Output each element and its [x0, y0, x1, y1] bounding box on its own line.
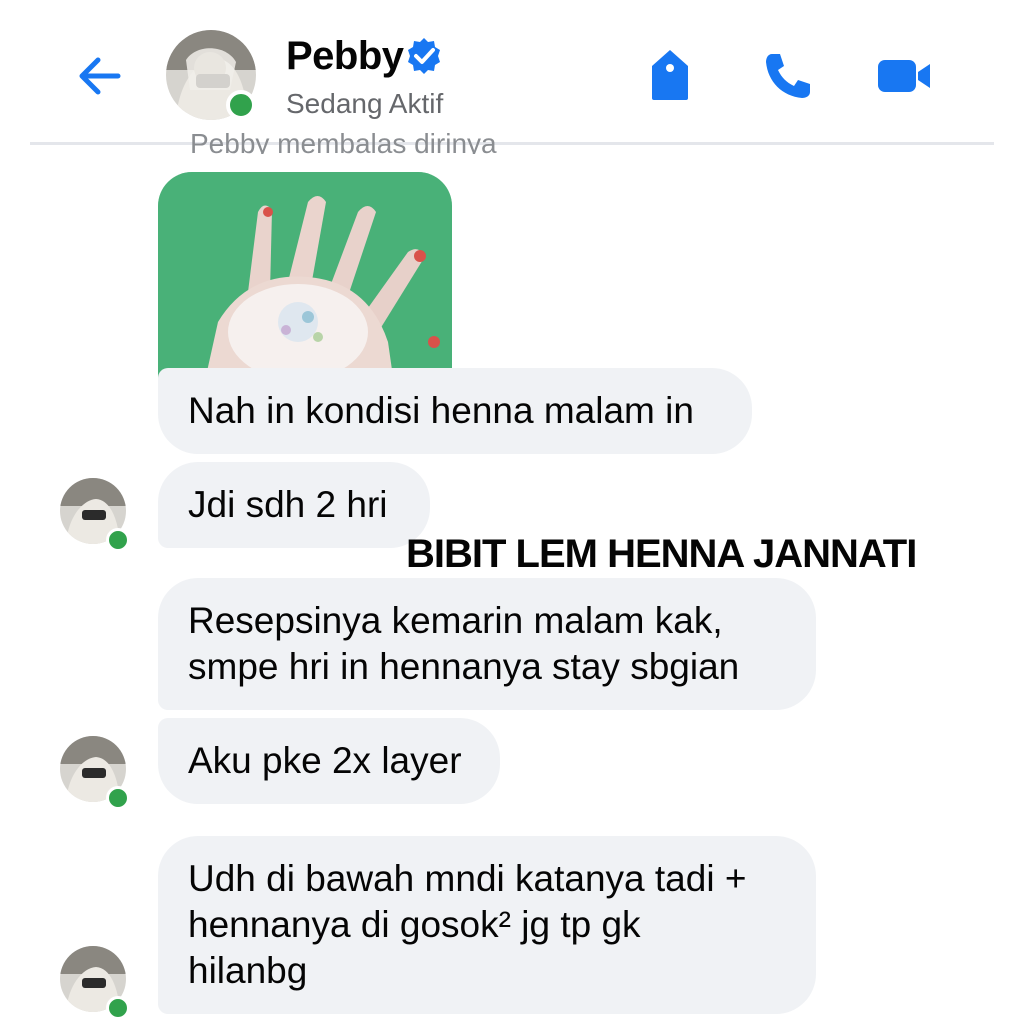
active-status: Sedang Aktif: [286, 88, 444, 119]
online-indicator: [106, 996, 130, 1020]
tag-icon[interactable]: [640, 46, 700, 106]
message-bubble[interactable]: Resepsinya kemarin malam kak, smpe hri i…: [158, 578, 816, 710]
contact-name[interactable]: Pebby: [286, 34, 404, 79]
watermark-text: BIBIT LEM HENNA JANNATI: [406, 532, 917, 576]
online-indicator: [106, 786, 130, 810]
phone-icon[interactable]: [758, 46, 818, 106]
video-camera-icon[interactable]: [874, 46, 934, 106]
message-bubble[interactable]: Nah in kondisi henna malam in: [158, 368, 752, 454]
chat-header: Pebby Sedang Aktif: [0, 0, 1024, 140]
online-indicator: [106, 528, 130, 552]
message-bubble[interactable]: Jdi sdh 2 hri: [158, 462, 430, 548]
verified-badge-icon: [408, 38, 440, 74]
online-indicator: [226, 90, 256, 120]
header-divider: [30, 142, 994, 145]
message-bubble[interactable]: Aku pke 2x layer: [158, 718, 500, 804]
reply-note: Pebby membalas dirinya: [190, 128, 497, 154]
back-arrow-icon[interactable]: [72, 48, 128, 104]
message-bubble[interactable]: Udh di bawah mndi katanya tadi + hennany…: [158, 836, 816, 1014]
